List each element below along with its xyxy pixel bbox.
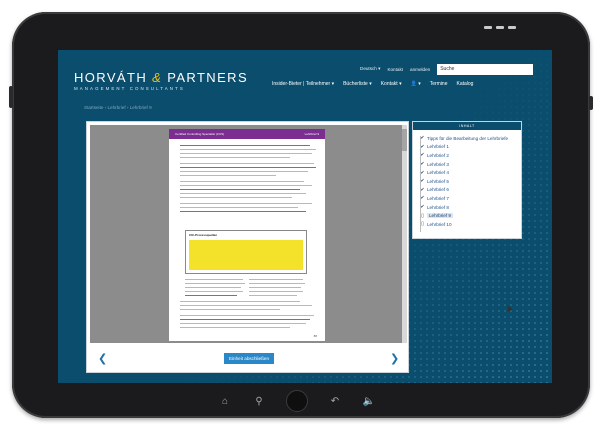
text-line [185, 295, 237, 297]
toc-item-lehrbrief-9[interactable]: ▯ Lehrbrief 9 [419, 211, 521, 220]
breadcrumb[interactable]: Startseite › Lehrbrief › Lehrbrief 9 [84, 105, 152, 110]
toc-header: INHALT [413, 122, 521, 130]
text-line [180, 189, 300, 191]
toc-item-lehrbrief-3[interactable]: ✔ Lehrbrief 3 [419, 160, 521, 169]
text-line [180, 301, 300, 303]
home-icon[interactable]: ⌂ [218, 396, 232, 407]
text-line [249, 291, 303, 293]
text-line [180, 175, 276, 177]
search-icon[interactable]: ⚲ [252, 396, 266, 407]
text-line [180, 181, 304, 183]
page-number: 88 [313, 334, 317, 338]
nav-item-insider[interactable]: Insider-Bieter | Teilnehmer ▾ [272, 81, 334, 87]
tablet-side-button [589, 96, 593, 110]
toc-item-lehrbrief-8[interactable]: ✔ Lehrbrief 8 [419, 203, 521, 212]
table-title: CIC-Prozessquellen [189, 233, 218, 237]
toc-item-lehrbrief-4[interactable]: ✔ Lehrbrief 4 [419, 168, 521, 177]
text-line [180, 153, 312, 155]
text-line [249, 283, 305, 285]
search-input[interactable] [437, 63, 534, 75]
text-line [180, 315, 314, 317]
text-line [249, 287, 301, 289]
main-nav: Insider-Bieter | Teilnehmer ▾ Bücherlist… [272, 81, 473, 87]
text-line [180, 157, 290, 159]
nav-item-user[interactable]: 👤 ▾ [411, 81, 421, 87]
page-header-title: Certified Controlling Specialist (CCS) [175, 132, 225, 136]
bezel-controls: ⌂ ⚲ ↶ 🔈 [218, 390, 376, 412]
toc-item-lehrbrief-5[interactable]: ✔ Lehrbrief 5 [419, 177, 521, 186]
toc-tree-line [420, 136, 421, 232]
tablet-edge-indicator [484, 16, 524, 29]
text-line [180, 305, 312, 307]
toc-item-lehrbrief-1[interactable]: ✔ Lehrbrief 1 [419, 143, 521, 152]
utility-bar: Deutsch ▾ Kontakt anmelden [360, 63, 534, 75]
text-line [180, 309, 280, 311]
login-link[interactable]: anmelden [410, 67, 430, 72]
text-line [180, 193, 306, 195]
brand-ampersand: & [152, 70, 163, 85]
text-line [249, 295, 297, 297]
toc-item-tips[interactable]: ✔ Tipps für die Bearbeitung der Lehrbrief… [419, 134, 521, 143]
brand-logo[interactable]: HORVÁTH & PARTNERS MANAGEMENT CONSULTANT… [74, 70, 248, 91]
text-line [180, 149, 316, 151]
brand-tagline: MANAGEMENT CONSULTANTS [74, 86, 185, 91]
nav-item-catalog[interactable]: Katalog [457, 81, 474, 87]
complete-unit-button[interactable]: Einheit abschließen [224, 353, 274, 364]
chevron-right-icon[interactable]: ❯ [390, 352, 399, 365]
text-line [180, 211, 306, 213]
nav-item-contact[interactable]: Kontakt ▾ [381, 81, 402, 87]
text-line [180, 145, 310, 147]
nav-item-booklist[interactable]: Bücherliste ▾ [343, 81, 372, 87]
brand-name-right: PARTNERS [167, 70, 249, 85]
home-button[interactable] [286, 390, 308, 412]
chevron-left-icon[interactable]: ❮ [98, 352, 107, 365]
content-area: Certified Controlling Specialist (CCS) L… [86, 121, 522, 377]
nav-item-dates[interactable]: Termine [430, 81, 448, 87]
text-line [185, 291, 243, 293]
toc-item-lehrbrief-10[interactable]: ▯ Lehrbrief 10 [419, 220, 521, 229]
tablet-side-button [9, 86, 13, 108]
document-viewer: Certified Controlling Specialist (CCS) L… [86, 121, 409, 373]
page-header: Certified Controlling Specialist (CCS) L… [169, 129, 325, 139]
back-icon[interactable]: ↶ [328, 396, 342, 407]
brand-name-left: HORVÁTH [74, 70, 148, 85]
brand-name: HORVÁTH & PARTNERS [74, 70, 248, 85]
toc-panel: INHALT ✔ Tipps für die Bearbeitung der Le… [412, 121, 522, 239]
text-line [249, 279, 303, 281]
toc-item-lehrbrief-6[interactable]: ✔ Lehrbrief 6 [419, 186, 521, 195]
screen: HORVÁTH & PARTNERS MANAGEMENT CONSULTANT… [58, 50, 552, 383]
page-header-unit: Lehrbrief 9 [304, 132, 319, 136]
text-line [180, 167, 316, 169]
text-line [180, 323, 306, 325]
text-line [180, 319, 310, 321]
text-line [180, 327, 290, 329]
text-line [180, 197, 292, 199]
text-line [185, 283, 245, 285]
mouse-cursor-icon [505, 304, 513, 312]
text-line [180, 207, 298, 209]
text-line [180, 203, 312, 205]
document-page: Certified Controlling Specialist (CCS) L… [169, 129, 325, 341]
text-line [180, 163, 314, 165]
language-selector[interactable]: Deutsch ▾ [360, 66, 380, 72]
text-line [180, 185, 312, 187]
viewer-scrollbar[interactable] [402, 125, 407, 343]
toc-item-lehrbrief-7[interactable]: ✔ Lehrbrief 7 [419, 194, 521, 203]
contact-link[interactable]: Kontakt [387, 67, 403, 72]
text-line [185, 287, 241, 289]
toc-item-lehrbrief-2[interactable]: ✔ Lehrbrief 2 [419, 151, 521, 160]
viewer-scroll-thumb[interactable] [402, 129, 407, 151]
document-table: CIC-Prozessquellen [185, 230, 307, 274]
document-canvas[interactable]: Certified Controlling Specialist (CCS) L… [90, 125, 407, 343]
text-line [180, 171, 308, 173]
toc-list: ✔ Tipps für die Bearbeitung der Lehrbrief… [413, 130, 521, 229]
table-highlight [189, 240, 303, 270]
viewer-footer: ❮ Einheit abschließen ❯ [90, 348, 407, 370]
volume-icon[interactable]: 🔈 [362, 396, 376, 407]
text-line [185, 279, 243, 281]
